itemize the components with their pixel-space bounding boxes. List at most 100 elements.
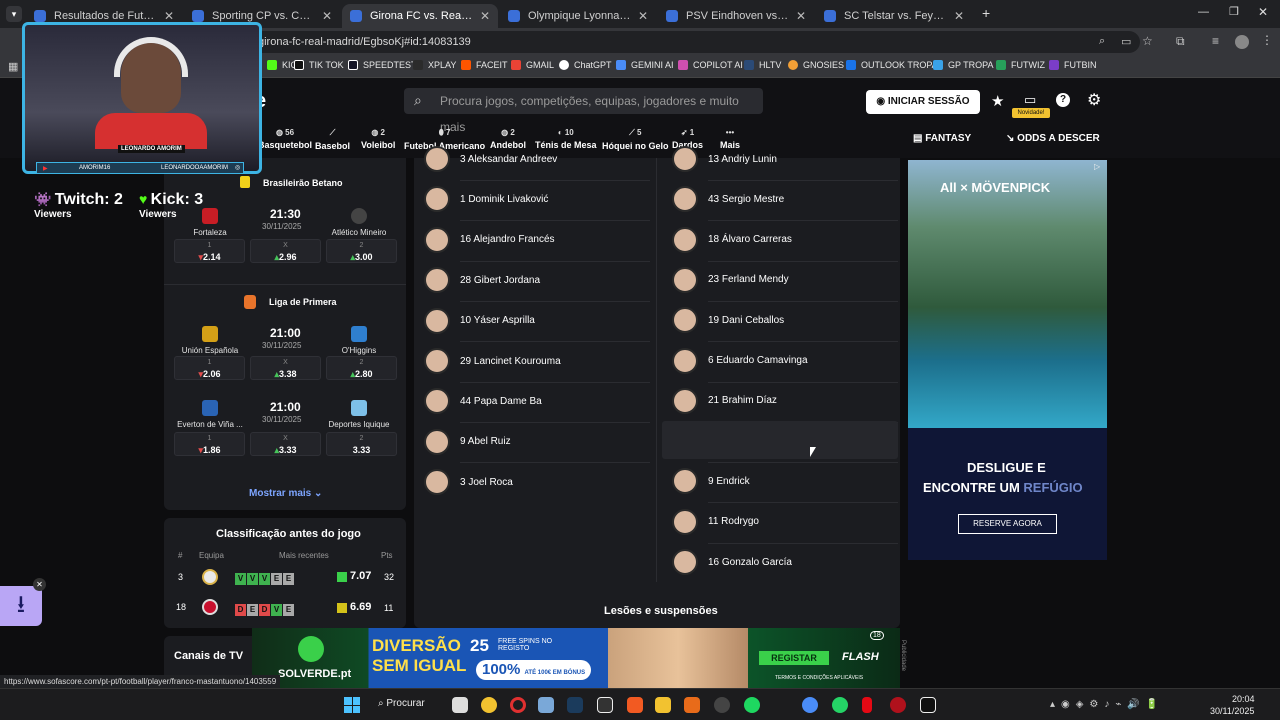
bookmark-star-icon[interactable]: ☆ (1142, 34, 1153, 48)
whatsapp-icon[interactable] (832, 697, 848, 713)
settings-icon[interactable] (538, 697, 554, 713)
player-row[interactable]: 11 Rodrygo (672, 507, 759, 537)
bottom-ad-banner[interactable]: SOLVERDE.pt DIVERSÃO SEM IGUAL 25 FREE S… (252, 628, 900, 688)
spotify-icon[interactable] (744, 697, 760, 713)
player-row[interactable]: 43 Sergio Mestre (672, 184, 784, 214)
taskbar-search[interactable]: ⌕ Procurar (378, 698, 425, 709)
banner-register-button[interactable]: REGISTAR (759, 651, 829, 665)
player-row[interactable]: 9 Abel Ruiz (424, 427, 511, 457)
bookmark-chatgpt[interactable]: ChatGPT (559, 60, 612, 70)
tv-icon[interactable]: ▭ (1024, 92, 1036, 108)
fantasy-link[interactable]: ▤ FANTASY (913, 133, 971, 144)
close-tab-icon[interactable]: ✕ (796, 9, 806, 23)
maximize-icon[interactable]: ❐ (1229, 5, 1239, 18)
player-row[interactable]: 44 Papa Dame Ba (424, 386, 542, 416)
league-name[interactable]: Brasileirão Betano (263, 178, 343, 188)
player-row[interactable]: 10 Yáser Asprilla (424, 306, 535, 336)
bookmark-gp-tropa[interactable]: GP TROPA (933, 60, 994, 70)
download-widget[interactable]: ⭳ (0, 586, 42, 626)
ad-close-icon[interactable]: ▷ (1094, 162, 1100, 171)
login-button[interactable]: ◉ INICIAR SESSÃO (866, 90, 980, 114)
tray-icons[interactable]: ▴◉◈⚙♪⌁🔊🔋 (1050, 699, 1164, 710)
player-row[interactable]: 3 Aleksandar Andreev (424, 144, 557, 174)
bookmark-gnosies[interactable]: GNOSIES (788, 60, 844, 70)
apps-grid-icon[interactable]: ▦ (8, 60, 18, 73)
bookmark-copilot[interactable]: COPILOT AI (678, 60, 743, 70)
home-team[interactable]: Everton de Viña ... (170, 400, 250, 429)
sport-basquetebol[interactable]: ◍ 56 Basquetebol (258, 128, 312, 150)
bookmark-xplay[interactable]: XPLAY (413, 60, 456, 70)
menu-dots-icon[interactable]: ⋮ (1261, 33, 1273, 47)
show-more-button[interactable]: Mostrar mais ⌄ (249, 488, 322, 499)
close-tab-icon[interactable]: ✕ (954, 9, 964, 23)
task-view-icon[interactable] (452, 697, 468, 713)
bookmark-futbin[interactable]: FUTBIN (1049, 60, 1097, 70)
close-tab-icon[interactable]: ✕ (322, 9, 332, 23)
chrome-icon[interactable] (481, 697, 497, 713)
player-row[interactable]: 28 Gibert Jordana (424, 265, 540, 295)
zoom-icon[interactable]: ⌕ (1099, 35, 1105, 48)
odd-home[interactable]: 1 ▾1.86 (174, 432, 245, 456)
bookmark-hltv[interactable]: HLTV (744, 60, 781, 70)
standings-row[interactable]: 18 DEDVE 6.69 11 (164, 598, 406, 618)
bookmark-faceit[interactable]: FACEIT (461, 60, 508, 70)
player-row[interactable]: 21 Brahim Díaz (672, 386, 777, 416)
player-row[interactable]: 23 Ferland Mendy (672, 265, 789, 295)
close-tab-icon[interactable]: ✕ (638, 9, 648, 23)
clock-time[interactable]: 20:04 (1232, 694, 1255, 704)
sport-hoquei-no-gelo[interactable]: ⟋ 5 Hóquei no Gelo (602, 128, 669, 151)
player-row[interactable]: 3 Joel Roca (424, 467, 513, 497)
bookmark-futwiz[interactable]: FUTWIZ (996, 60, 1045, 70)
ad-panel[interactable]: ▷ All × MÖVENPICK DESLIGUE E ENCONTRE UM… (908, 160, 1107, 560)
player-row[interactable]: 9 Endrick (672, 466, 750, 496)
odds-descer-link[interactable]: ↘ ODDS A DESCER (1006, 133, 1100, 144)
sport-voleibol[interactable]: ◍ 2 Voleibol (361, 128, 395, 150)
bookmark-speedtest[interactable]: SPEEDTEST (348, 60, 417, 70)
url-field[interactable]: girona-fc-real-madrid/EgbsoKj#id:1408313… (200, 31, 1140, 53)
opera-icon[interactable] (510, 697, 526, 713)
minimize-icon[interactable]: — (1198, 6, 1209, 18)
bookmark-tiktok[interactable]: TIK TOK (294, 60, 344, 70)
start-windows-icon[interactable] (344, 697, 360, 713)
away-team[interactable]: Atlético Mineiro (319, 208, 399, 237)
injuries-title[interactable]: Lesões e suspensões (604, 605, 718, 617)
app-orange-icon[interactable] (684, 697, 700, 713)
cast-icon[interactable]: ▭ (1121, 35, 1131, 48)
odd-draw[interactable]: X ▴3.38 (250, 356, 321, 380)
profile-avatar[interactable] (1235, 35, 1249, 49)
tab-telstar[interactable]: SC Telstar vs. Feyenoord – resultado✕ (816, 4, 972, 28)
settings-gear-icon[interactable]: ⚙ (1087, 90, 1101, 110)
tiktok-icon[interactable] (920, 697, 936, 713)
player-row[interactable]: 19 Dani Ceballos (672, 305, 784, 335)
close-tab-icon[interactable]: ✕ (164, 9, 174, 23)
tab-girona[interactable]: Girona FC vs. Real Madrid – resultado✕ (342, 4, 498, 28)
extensions-icon[interactable]: ⧉ (1176, 34, 1185, 49)
standings-row[interactable]: 3 VVVEE 7.07 32 (164, 568, 406, 588)
player-row[interactable]: 16 Gonzalo García (672, 547, 792, 577)
league-name[interactable]: Liga de Primera (269, 297, 337, 307)
netflix-icon[interactable] (862, 697, 872, 713)
download-close-icon[interactable]: ✕ (33, 578, 46, 591)
player-row[interactable]: 1 Dominik Livaković (424, 184, 548, 214)
brave-icon[interactable] (627, 697, 643, 713)
close-tab-icon[interactable]: ✕ (480, 9, 490, 23)
home-team[interactable]: Unión Española (170, 326, 250, 355)
odd-draw[interactable]: X ▴3.33 (250, 432, 321, 456)
search-input[interactable]: Procura jogos, competições, equipas, jog… (404, 88, 763, 134)
favorites-star-icon[interactable]: ★ (991, 92, 1004, 110)
tab-list-icon[interactable]: ▾ (6, 6, 22, 22)
bookmark-gmail[interactable]: GMAIL (511, 60, 554, 70)
epic-games-icon[interactable] (597, 697, 613, 713)
reading-list-icon[interactable]: ≡ (1212, 34, 1219, 48)
away-team[interactable]: O'Higgins (319, 326, 399, 355)
chrome-active-icon[interactable] (802, 697, 818, 713)
odd-draw[interactable]: X ▴2.96 (250, 239, 321, 263)
player-row[interactable]: 18 Álvaro Carreras (672, 225, 792, 255)
steam-icon[interactable] (567, 697, 583, 713)
player-row[interactable]: 16 Alejandro Francés (424, 225, 555, 255)
tv-title[interactable]: Canais de TV (174, 650, 243, 662)
clock-date[interactable]: 30/11/2025 (1210, 706, 1254, 716)
odd-home[interactable]: 1 ▾2.06 (174, 356, 245, 380)
new-tab-icon[interactable]: + (982, 5, 990, 21)
ad-cta-button[interactable]: RESERVE AGORA (958, 514, 1057, 534)
